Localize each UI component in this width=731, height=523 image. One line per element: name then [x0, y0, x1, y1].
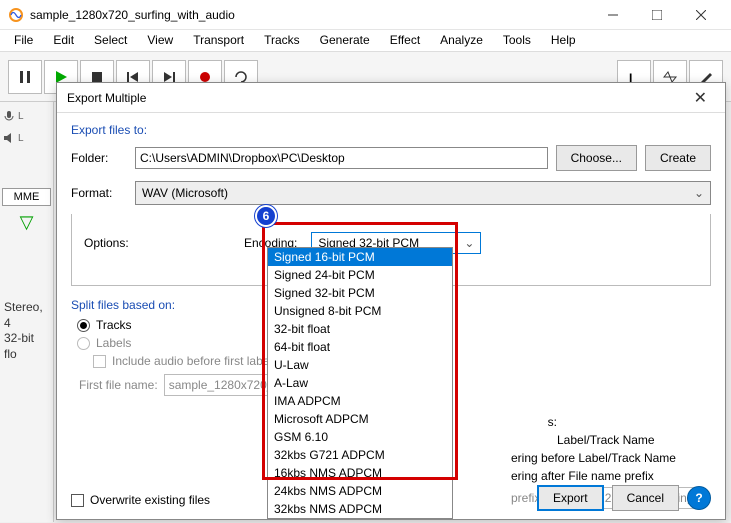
- dropdown-item[interactable]: 32kbs NMS ADPCM: [268, 500, 452, 518]
- menu-tools[interactable]: Tools: [493, 30, 541, 51]
- menu-edit[interactable]: Edit: [43, 30, 84, 51]
- app-titlebar: sample_1280x720_surfing_with_audio: [0, 0, 731, 30]
- chevron-down-icon: ⌄: [464, 236, 474, 250]
- dropdown-item[interactable]: Signed 24-bit PCM: [268, 266, 452, 284]
- encoding-dropdown-list: Signed 16-bit PCM Signed 24-bit PCM Sign…: [267, 247, 453, 519]
- folder-input[interactable]: [135, 147, 548, 169]
- dropdown-item[interactable]: 16kbs NMS ADPCM: [268, 464, 452, 482]
- menu-file[interactable]: File: [4, 30, 43, 51]
- labels-radio-label: Labels: [96, 336, 131, 350]
- dropdown-item[interactable]: Microsoft ADPCM: [268, 410, 452, 428]
- pause-button[interactable]: [8, 60, 42, 94]
- dropdown-item[interactable]: Unsigned 8-bit PCM: [268, 302, 452, 320]
- menu-view[interactable]: View: [137, 30, 183, 51]
- mic-icon: [2, 109, 16, 123]
- labels-radio[interactable]: [77, 337, 90, 350]
- meter-label-l2: L: [18, 133, 24, 144]
- dialog-title: Export Multiple: [67, 91, 146, 105]
- speaker-icon: [2, 131, 16, 145]
- folder-label: Folder:: [71, 151, 127, 165]
- help-button[interactable]: ?: [687, 486, 711, 510]
- menu-tracks[interactable]: Tracks: [254, 30, 310, 51]
- format-combo[interactable]: WAV (Microsoft) ⌄: [135, 181, 711, 205]
- dropdown-item[interactable]: Signed 32-bit PCM: [268, 284, 452, 302]
- maximize-button[interactable]: [635, 1, 679, 29]
- dropdown-item[interactable]: U-Law: [268, 356, 452, 374]
- meter-label-l: L: [18, 111, 24, 122]
- dropdown-item[interactable]: GSM 6.10: [268, 428, 452, 446]
- dropdown-item[interactable]: Signed 16-bit PCM: [268, 248, 452, 266]
- step-badge: 6: [255, 205, 277, 227]
- menu-effect[interactable]: Effect: [380, 30, 430, 51]
- overwrite-label: Overwrite existing files: [90, 493, 210, 507]
- include-audio-checkbox: [93, 355, 106, 368]
- options-label: Options:: [84, 236, 140, 250]
- menu-help[interactable]: Help: [541, 30, 586, 51]
- dropdown-item[interactable]: 24kbs NMS ADPCM: [268, 482, 452, 500]
- audio-host-combo[interactable]: MME: [2, 188, 51, 206]
- track-info-label: Stereo, 432-bit flo: [4, 300, 50, 362]
- first-file-label: First file name:: [79, 378, 158, 392]
- dialog-titlebar: Export Multiple ✕: [57, 83, 725, 113]
- menu-select[interactable]: Select: [84, 30, 137, 51]
- menu-transport[interactable]: Transport: [183, 30, 254, 51]
- tracks-radio[interactable]: [77, 319, 90, 332]
- minimize-button[interactable]: [591, 1, 635, 29]
- dropdown-item[interactable]: 32kbs G721 ADPCM: [268, 446, 452, 464]
- menu-generate[interactable]: Generate: [310, 30, 380, 51]
- dropdown-item[interactable]: 64-bit float: [268, 338, 452, 356]
- dropdown-item[interactable]: IMA ADPCM: [268, 392, 452, 410]
- track-collapse-icon[interactable]: ▽: [2, 212, 51, 233]
- export-to-label: Export files to:: [71, 123, 711, 137]
- first-file-input: [164, 374, 284, 396]
- dialog-close-button[interactable]: ✕: [686, 86, 715, 110]
- close-button[interactable]: [679, 1, 723, 29]
- menubar: File Edit Select View Transport Tracks G…: [0, 30, 731, 52]
- dropdown-item[interactable]: A-Law: [268, 374, 452, 392]
- app-title: sample_1280x720_surfing_with_audio: [30, 8, 235, 22]
- menu-analyze[interactable]: Analyze: [430, 30, 493, 51]
- export-button[interactable]: Export: [537, 485, 604, 511]
- chevron-down-icon: ⌄: [694, 186, 704, 200]
- format-label: Format:: [71, 186, 127, 200]
- include-audio-label: Include audio before first label: [112, 354, 272, 368]
- tracks-radio-label: Tracks: [96, 318, 132, 332]
- choose-button[interactable]: Choose...: [556, 145, 637, 171]
- app-icon: [8, 7, 24, 23]
- create-button[interactable]: Create: [645, 145, 711, 171]
- dropdown-item[interactable]: 32-bit float: [268, 320, 452, 338]
- cancel-button[interactable]: Cancel: [612, 485, 679, 511]
- format-value: WAV (Microsoft): [142, 186, 228, 200]
- overwrite-checkbox[interactable]: [71, 494, 84, 507]
